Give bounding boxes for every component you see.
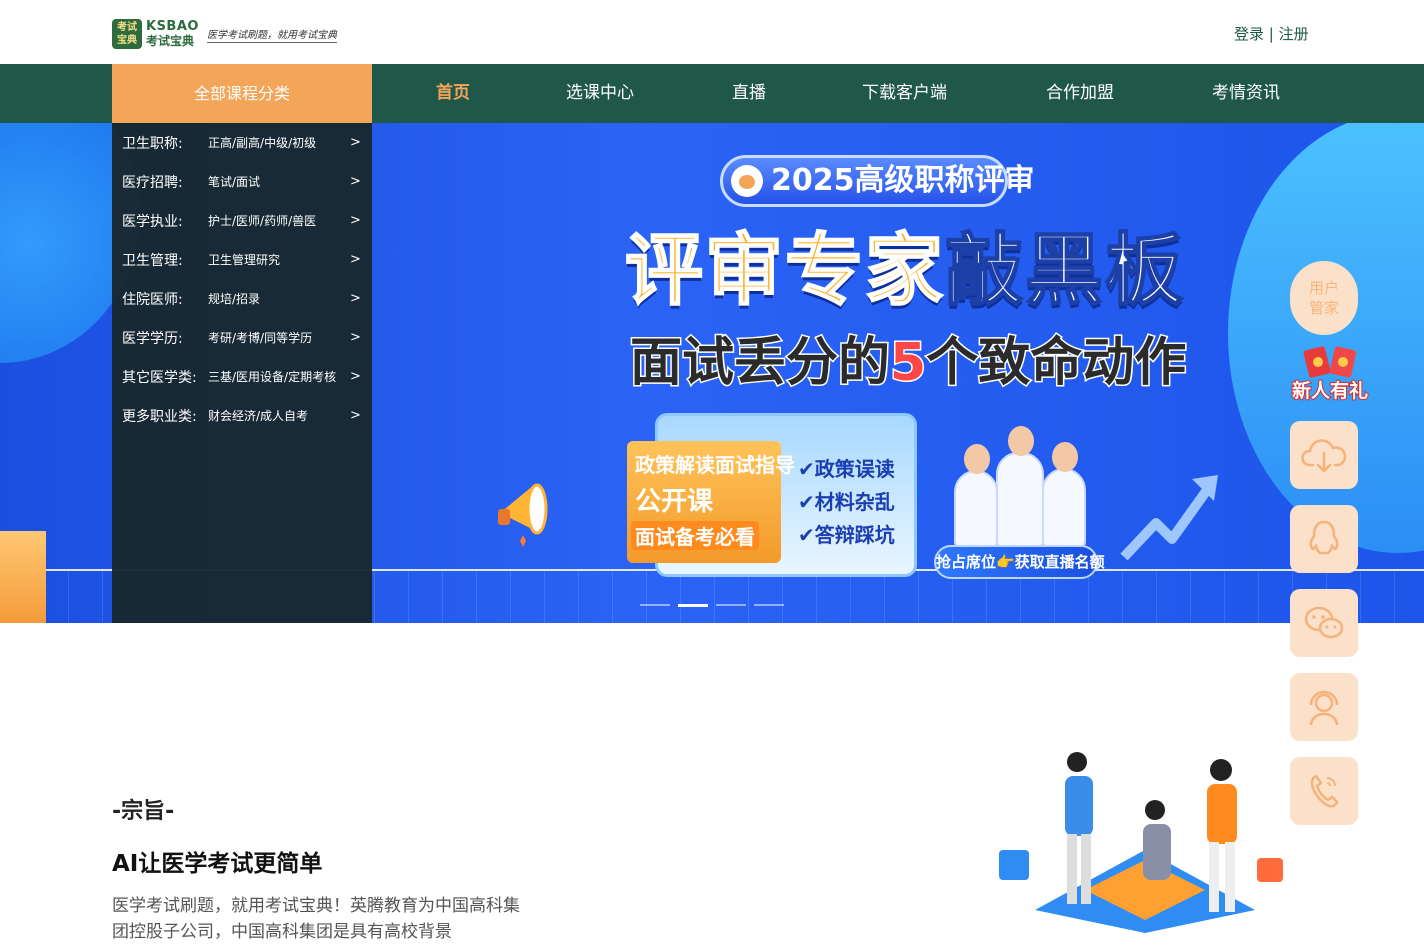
all-courses-button[interactable]: 全部课程分类 [112,64,372,123]
carousel-dot-active[interactable] [678,604,708,607]
category-name: 住院医师: [122,291,183,308]
category-item[interactable]: 更多职业类: 财会经济/成人自考 > [112,396,372,435]
mission-tag: -宗旨- [112,799,175,824]
auth-separator: | [1264,25,1279,43]
nav-item-home[interactable]: 首页 [436,64,470,123]
category-name: 其它医学类: [122,369,197,386]
chevron-right-icon: > [350,213,361,228]
subheadline-part-b: 个致命动作 [925,332,1188,395]
category-name: 医疗招聘: [122,174,183,191]
category-sub: 正高/副高/中级/初级 [208,136,317,150]
new-user-gift-label: 新人有礼 [1291,379,1369,403]
wechat-button[interactable] [1290,589,1358,657]
category-item[interactable]: 住院医师: 规培/招录 > [112,279,372,318]
category-item[interactable]: 卫生职称: 正高/副高/中级/初级 > [112,123,372,162]
megaphone-icon [498,483,548,547]
chevron-right-icon: > [350,330,361,345]
category-sub: 护士/医师/药师/兽医 [208,214,317,228]
chevron-right-icon: > [350,291,361,306]
category-menu: 卫生职称: 正高/副高/中级/初级 > 医疗招聘: 笔试/面试 > 医学执业: … [112,123,372,623]
nav-item-download[interactable]: 下载客户端 [862,64,947,123]
category-sub: 笔试/面试 [208,175,261,189]
user-manager-button[interactable]: 用户 管家 [1290,261,1358,335]
user-manager-label-1: 用户 [1308,279,1339,297]
banner-decor-block [0,531,46,623]
banner-headline: 评审专家敲黑板 [624,223,1186,319]
nav-item-live[interactable]: 直播 [732,64,766,123]
headline-part-a: 评审专家 [624,225,946,317]
doctors-illustration [950,418,1090,548]
banner-pill-title: 2025高级职称评审 [720,155,1035,207]
trend-arrow-icon [1120,475,1218,561]
card-line1: 政策解读面试指导 [635,453,795,477]
nav-item-course-center[interactable]: 选课中心 [566,64,634,123]
live-class-thumb: 政策解读面试指导 公开课 面试备考必看 [627,441,795,563]
mission-description: 医学考试刷题，就用考试宝典！英腾教育为中国高科集团控股子公司，中国高科集团是具有… [112,896,520,942]
category-sub: 规培/招录 [208,292,261,306]
category-sub: 考研/考博/同等学历 [208,331,313,345]
phone-button[interactable] [1290,757,1358,825]
qq-icon [1309,520,1339,555]
category-item[interactable]: 医学执业: 护士/医师/药师/兽医 > [112,201,372,240]
pain-point-item: ✔政策误读 [798,457,895,481]
qq-button[interactable] [1290,505,1358,573]
chevron-right-icon: > [350,252,361,267]
user-manager-label-2: 管家 [1308,299,1339,317]
carousel-dot[interactable] [640,604,670,606]
download-client-button[interactable] [1290,421,1358,489]
card-line2: 公开课 [635,487,714,517]
auth-links: 登录 | 注册 [1234,23,1309,44]
category-item[interactable]: 医疗招聘: 笔试/面试 > [112,162,372,201]
login-link[interactable]: 登录 [1234,25,1264,43]
wechat-icon [1304,606,1344,639]
nav-item-news[interactable]: 考情资讯 [1212,64,1280,123]
pain-point-item: ✔材料杂乱 [798,490,895,514]
card-line3: 面试备考必看 [631,521,759,550]
chevron-right-icon: > [350,408,361,423]
category-name: 更多职业类: [122,408,197,425]
carousel-indicators [640,604,784,607]
category-sub: 三基/医用设备/定期考核 [208,370,337,384]
category-item[interactable]: 其它医学类: 三基/医用设备/定期考核 > [112,357,372,396]
category-item[interactable]: 卫生管理: 卫生管理研究 > [112,240,372,279]
carousel-dot[interactable] [716,604,746,606]
nav-item-partner[interactable]: 合作加盟 [1046,64,1114,123]
subheadline-part-a: 面试丢分的 [628,332,891,395]
register-link[interactable]: 注册 [1279,25,1309,43]
banner-pill-text: 2025高级职称评审 [771,163,1035,198]
chevron-right-icon: > [350,174,361,189]
teamwork-illustration [999,752,1283,933]
subheadline-number: 5 [889,332,928,395]
mission-title: AI让医学考试更简单 [112,851,323,877]
category-name: 医学执业: [122,213,183,230]
category-item[interactable]: 医学学历: 考研/考博/同等学历 > [112,318,372,357]
chevron-right-icon: > [350,135,361,150]
category-name: 卫生管理: [122,252,183,269]
pain-point-list: ✔政策误读 ✔材料杂乱 ✔答辩踩坑 [798,453,895,552]
chevron-right-icon: > [350,369,361,384]
site-header: 考试 宝典 KSBAO 考试宝典 医学考试刷题，就用考试宝典 登录 | 注册 [0,0,1424,64]
live-signup-button[interactable]: 抢占席位👉获取直播名额 [934,545,1105,579]
logo-brand: KSBAO 考试宝典 [146,19,199,49]
phone-icon [1310,774,1339,808]
category-sub: 卫生管理研究 [208,253,281,267]
customer-service-icon [1309,690,1339,726]
logo-brand-cn: 考试宝典 [146,34,195,48]
new-user-gift-button[interactable]: 新人有礼 [1288,344,1372,403]
main-nav: 全部课程分类 首页 选课中心 直播 下载客户端 合作加盟 考情资讯 [0,64,1424,123]
logo-brand-en: KSBAO [146,19,199,34]
category-name: 卫生职称: [122,135,183,152]
carousel-dot[interactable] [754,604,784,606]
logo-slogan: 医学考试刷题，就用考试宝典 [206,26,337,43]
banner-subheadline: 面试丢分的5个致命动作 [628,331,1188,395]
category-sub: 财会经济/成人自考 [208,409,309,423]
headline-part-b: 敲黑板 [944,225,1186,317]
cloud-download-icon [1301,439,1347,473]
logo-badge: 考试 宝典 [112,19,142,49]
site-logo[interactable]: 考试 宝典 KSBAO 考试宝典 医学考试刷题，就用考试宝典 [112,19,337,49]
pain-point-item: ✔答辩踩坑 [798,523,895,547]
mascot-icon [731,165,763,197]
customer-service-button[interactable] [1290,673,1358,741]
category-name: 医学学历: [122,330,183,347]
